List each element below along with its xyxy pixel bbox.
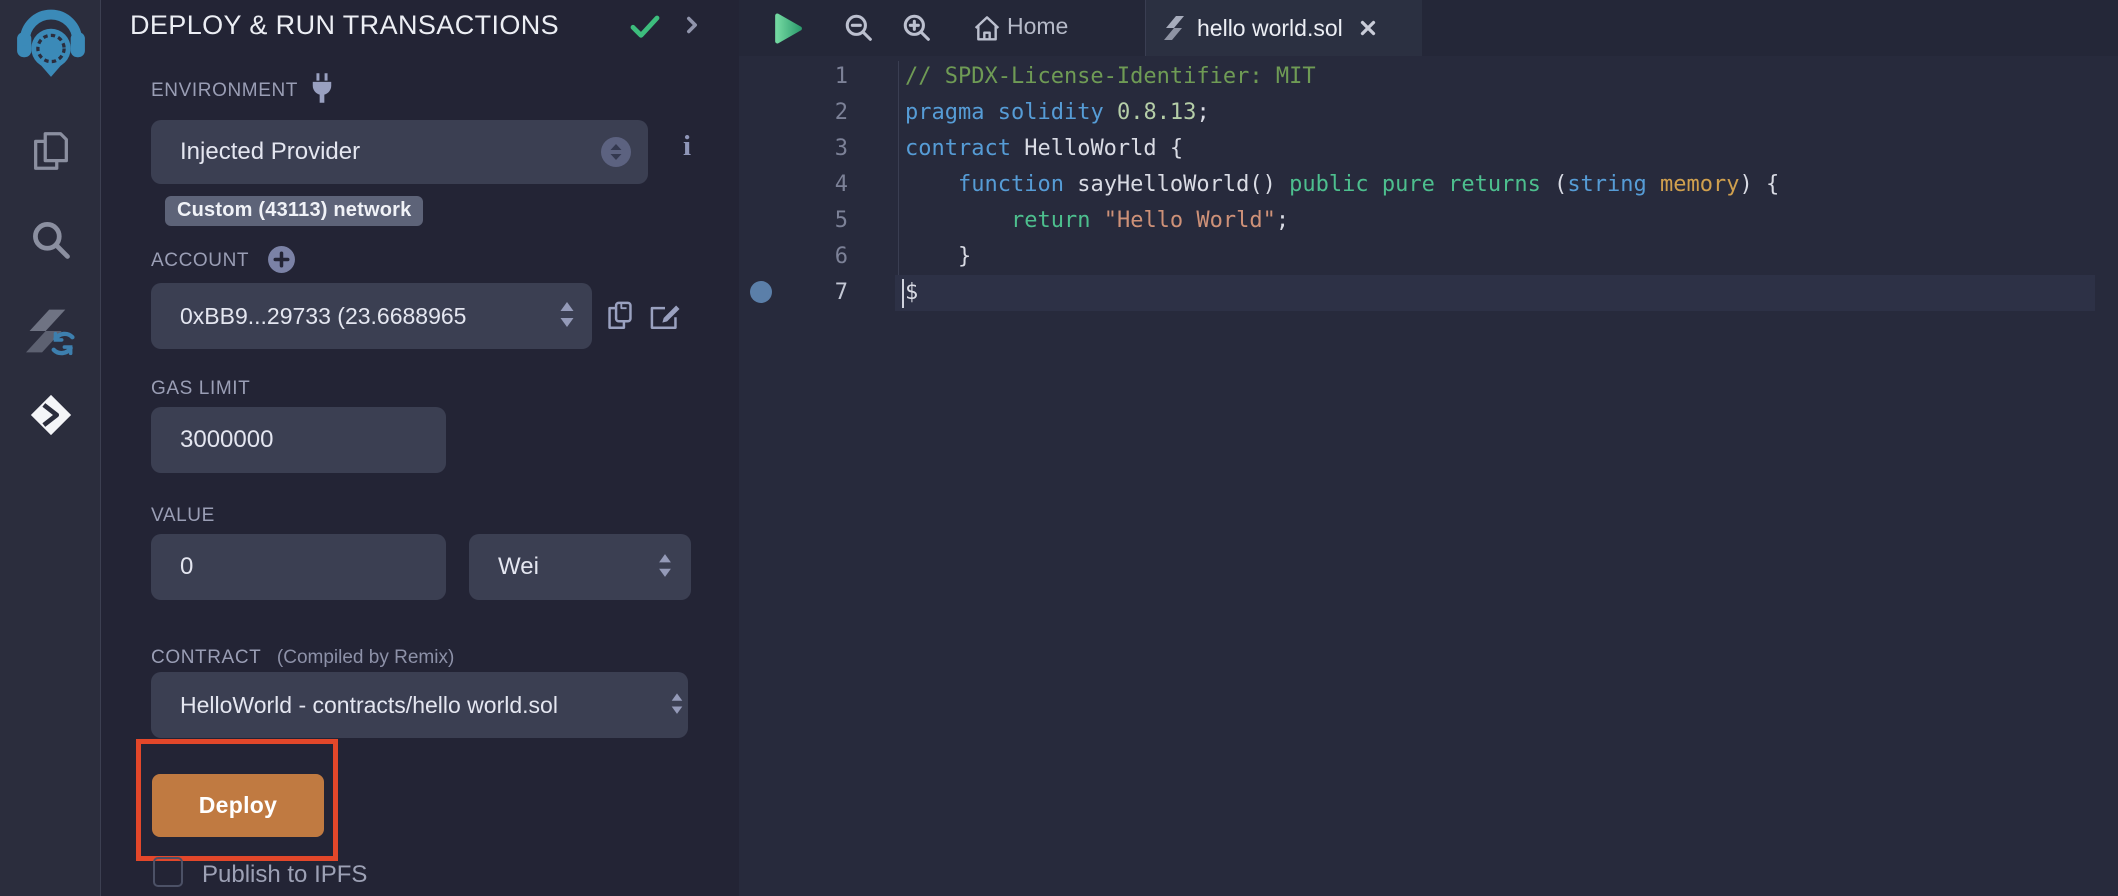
environment-label: ENVIRONMENT	[151, 80, 298, 102]
contract-label: CONTRACT (Compiled by Remix)	[151, 647, 454, 669]
line-number: 5	[739, 203, 848, 239]
remix-logo-icon	[16, 8, 86, 78]
deploy-button[interactable]: Deploy	[152, 774, 324, 837]
solidity-file-icon	[1163, 15, 1187, 41]
solidity-compiler-icon	[26, 306, 76, 356]
line-source: // SPDX-License-Identifier: MIT	[905, 59, 1316, 95]
line-source: pragma solidity 0.8.13;	[905, 95, 1210, 131]
zoom-in-icon[interactable]	[901, 0, 933, 56]
account-caret-icon	[556, 298, 578, 332]
code-line[interactable]: 2 pragma solidity 0.8.13;	[739, 95, 2118, 131]
panel-collapse-chevron-icon[interactable]	[679, 10, 705, 40]
sidebar-item-solidity-compiler[interactable]	[0, 306, 101, 356]
line-number: 4	[739, 167, 848, 203]
edit-account-icon[interactable]	[648, 299, 682, 333]
home-tab-label[interactable]: Home	[1007, 0, 1068, 52]
remix-ide: DEPLOY & RUN TRANSACTIONS ENVIRONMENT In…	[0, 0, 2118, 896]
contract-select[interactable]: HelloWorld - contracts/hello world.sol	[151, 672, 688, 738]
search-icon	[29, 218, 73, 262]
contract-sublabel: (Compiled by Remix)	[277, 647, 454, 668]
value-input[interactable]: 0	[151, 534, 446, 600]
deploy-run-icon	[28, 392, 74, 438]
deploy-run-panel: DEPLOY & RUN TRANSACTIONS ENVIRONMENT In…	[101, 0, 739, 896]
add-account-icon[interactable]	[267, 245, 296, 274]
line-number: 3	[739, 131, 848, 167]
run-script-button[interactable]	[773, 0, 803, 56]
account-value: 0xBB9...29733 (23.6688965	[151, 303, 466, 330]
value-amount: 0	[151, 553, 193, 581]
network-badge: Custom (43113) network	[165, 196, 423, 226]
gas-limit-value: 3000000	[151, 426, 273, 454]
plug-icon	[307, 72, 337, 104]
contract-value: HelloWorld - contracts/hello world.sol	[151, 692, 558, 719]
line-source: }	[905, 239, 971, 275]
icon-sidebar	[0, 0, 101, 896]
line-source: function sayHelloWorld() public pure ret…	[905, 167, 1779, 203]
code-line[interactable]: 1 // SPDX-License-Identifier: MIT	[739, 59, 2118, 95]
tab-title: hello world.sol	[1197, 15, 1343, 42]
contract-caret-icon	[668, 689, 686, 719]
environment-info-icon[interactable]: i	[675, 130, 699, 163]
value-unit: Wei	[469, 553, 539, 581]
value-label: VALUE	[151, 505, 215, 527]
publish-ipfs-label: Publish to IPFS	[202, 861, 367, 889]
sidebar-item-deploy-run[interactable]	[0, 392, 101, 438]
sidebar-item-search[interactable]	[0, 218, 101, 262]
close-tab-icon[interactable]	[1357, 17, 1379, 39]
editor-tabbar: Home hello world.sol	[739, 0, 2118, 56]
editor-region: Home hello world.sol 1// SPDX-Lic	[739, 0, 2118, 896]
line-number: 6	[739, 239, 848, 275]
environment-value: Injected Provider	[151, 138, 360, 166]
file-explorer-icon	[28, 128, 74, 174]
remix-logo-button[interactable]	[0, 8, 101, 78]
code-line[interactable]: 3 contract HelloWorld {	[739, 131, 2118, 167]
environment-select[interactable]: Injected Provider	[151, 120, 648, 184]
code-lines[interactable]: 1 // SPDX-License-Identifier: MIT 2 pragma …	[739, 59, 2118, 311]
gas-limit-label: GAS LIMIT	[151, 378, 250, 400]
line-number: 2	[739, 95, 848, 131]
code-line[interactable]: 4 function sayHelloWorld() public pure r…	[739, 167, 2118, 203]
home-tab[interactable]	[971, 0, 1003, 56]
text-cursor	[902, 279, 904, 308]
line-source: $	[905, 275, 918, 311]
code-line[interactable]: 6 }	[739, 239, 2118, 275]
value-unit-caret-icon	[655, 550, 675, 582]
line-number: 7	[739, 275, 848, 311]
account-select[interactable]: 0xBB9...29733 (23.6688965	[151, 283, 592, 349]
copy-account-icon[interactable]	[604, 299, 636, 333]
panel-title: DEPLOY & RUN TRANSACTIONS	[130, 10, 559, 41]
publish-ipfs-checkbox[interactable]	[153, 857, 183, 887]
zoom-out-icon[interactable]	[843, 0, 875, 56]
compile-success-check-icon	[628, 10, 662, 42]
account-label: ACCOUNT	[151, 250, 249, 272]
environment-caret-icon	[601, 137, 631, 167]
gas-limit-input[interactable]: 3000000	[151, 407, 446, 473]
sidebar-item-file-explorer[interactable]	[0, 128, 101, 174]
code-line[interactable]: 7$	[739, 275, 2118, 311]
value-unit-select[interactable]: Wei	[469, 534, 691, 600]
line-number: 1	[739, 59, 848, 95]
tab-hello-world-sol[interactable]: hello world.sol	[1145, 0, 1422, 56]
code-line[interactable]: 5 return "Hello World";	[739, 203, 2118, 239]
line-source: contract HelloWorld {	[905, 131, 1183, 167]
line-source: return "Hello World";	[905, 203, 1289, 239]
